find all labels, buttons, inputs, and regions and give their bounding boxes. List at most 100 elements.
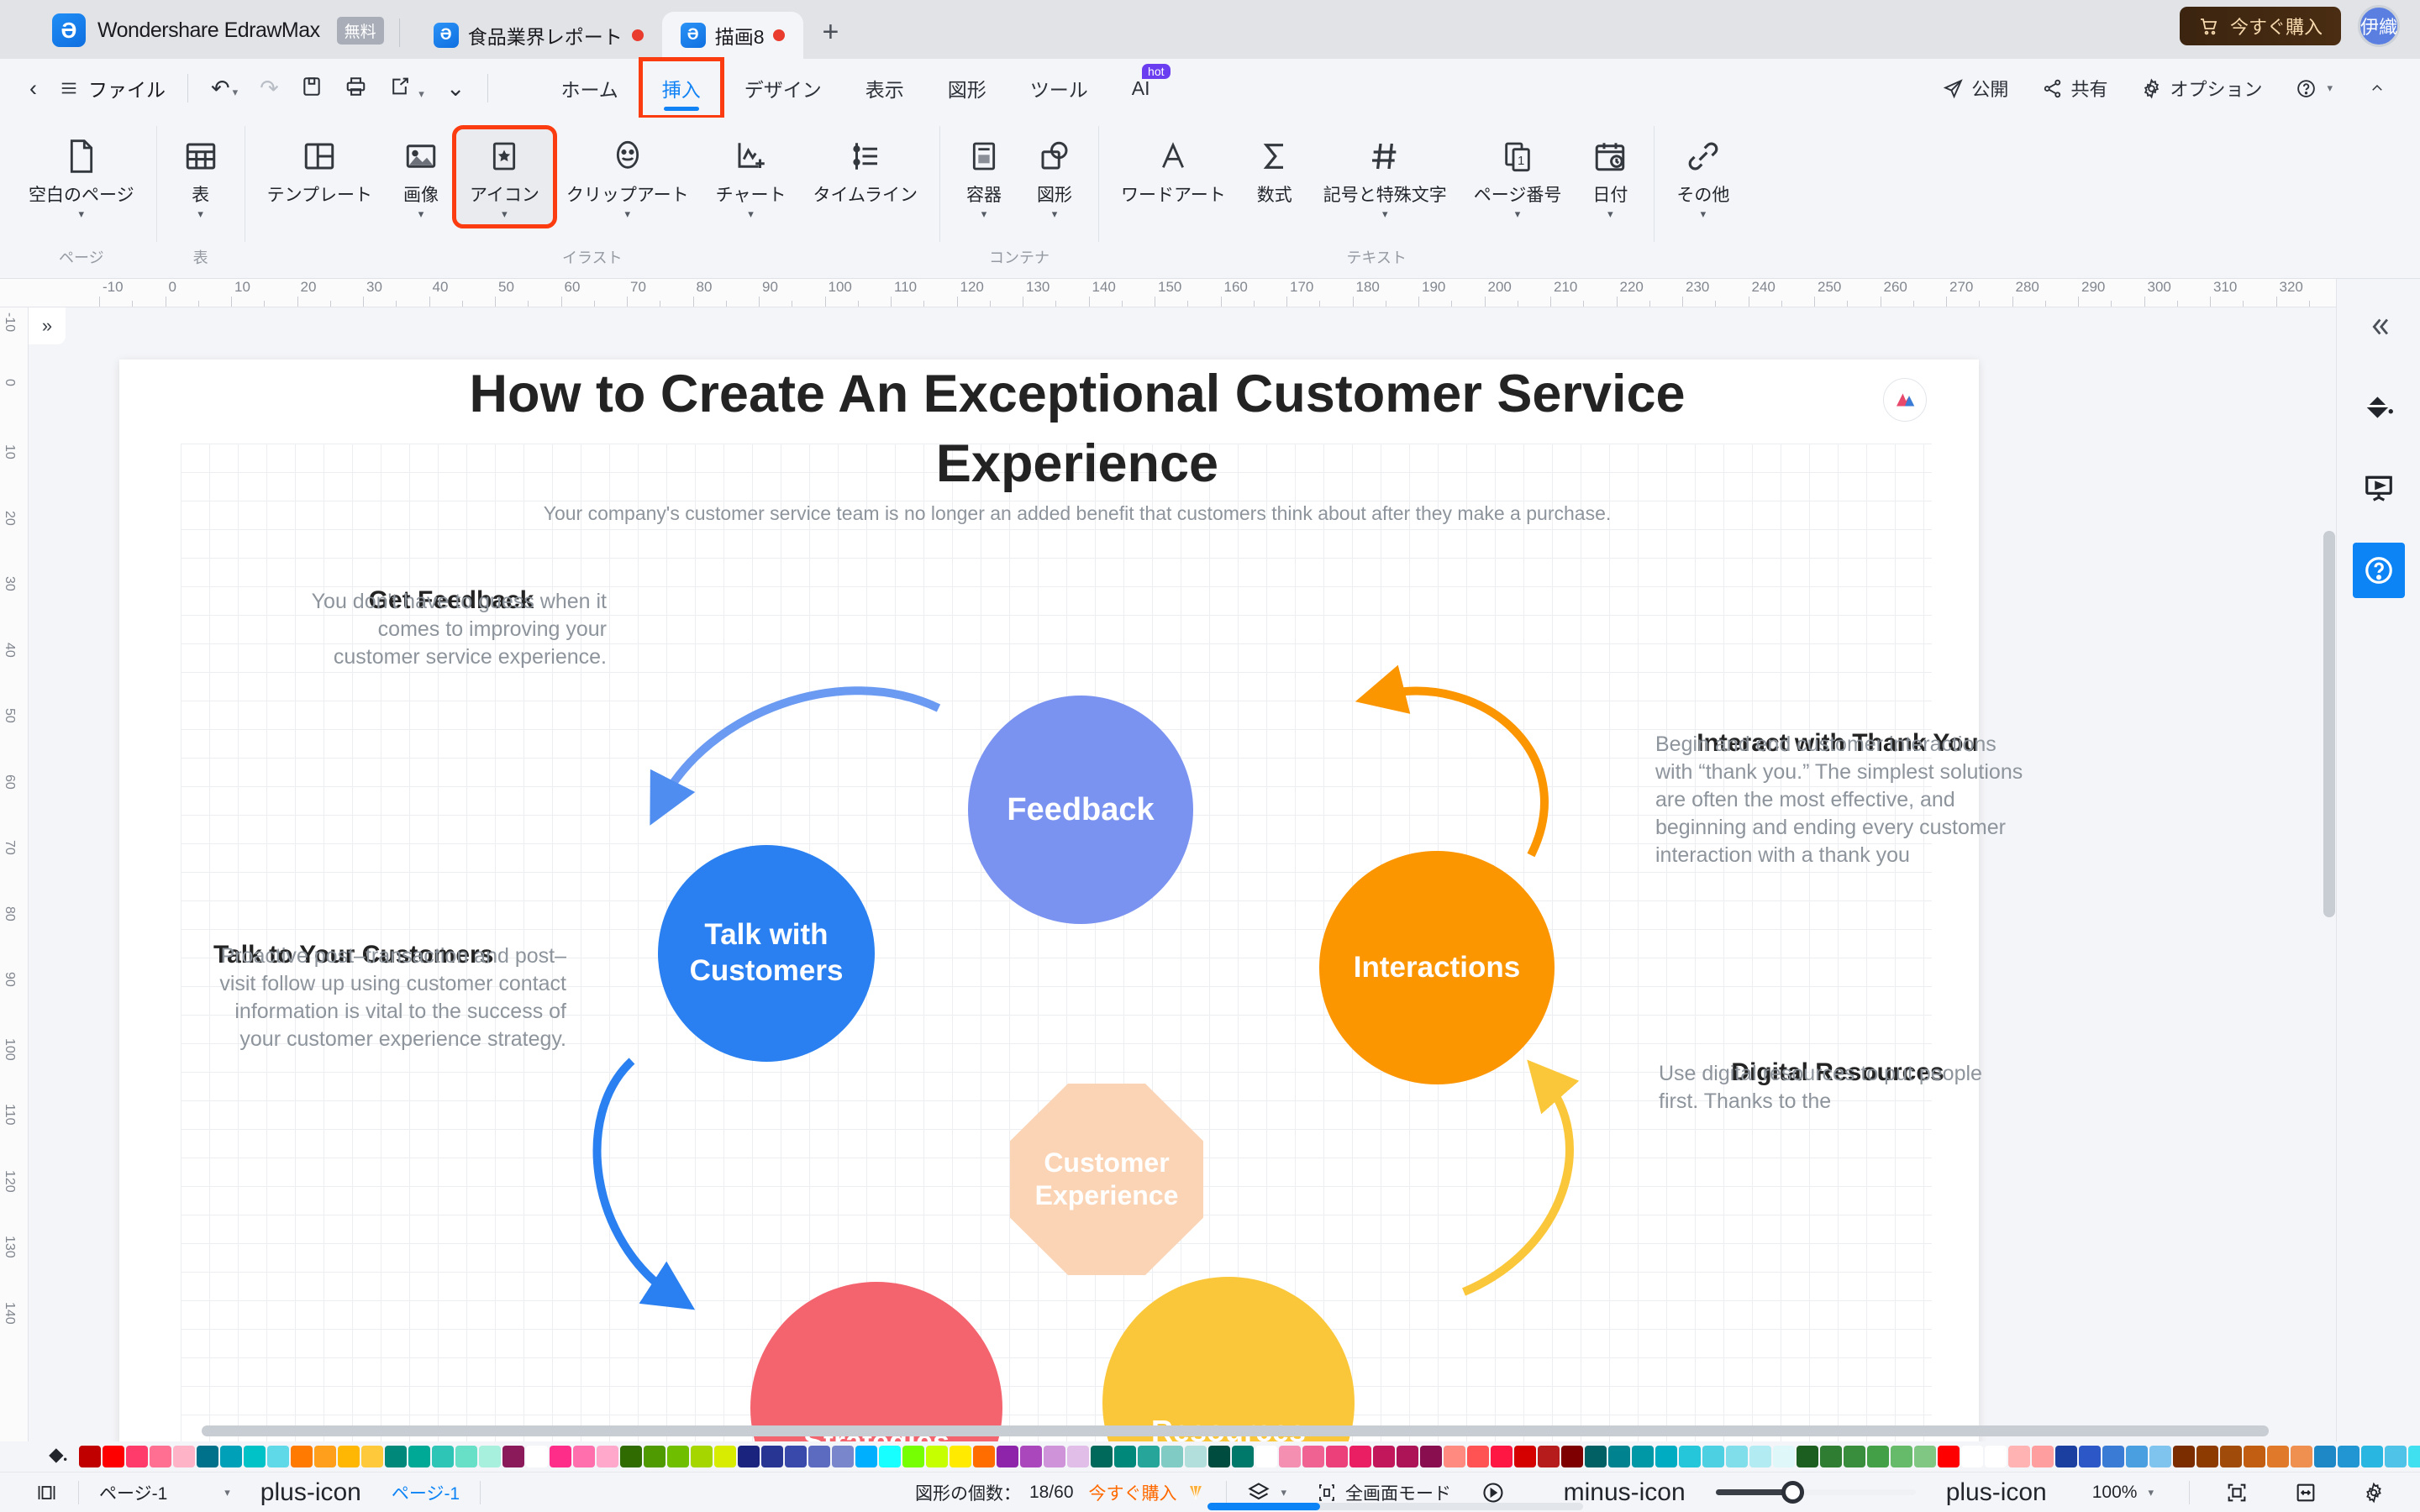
- chevron-down-icon[interactable]: ▾: [748, 208, 754, 219]
- color-swatch[interactable]: [291, 1446, 313, 1467]
- color-swatch[interactable]: [1938, 1446, 1960, 1467]
- chevron-down-icon[interactable]: ▾: [79, 208, 85, 219]
- color-swatch[interactable]: [1538, 1446, 1560, 1467]
- horizontal-scrollbar[interactable]: [202, 1425, 2269, 1436]
- file-menu-button[interactable]: ファイル: [48, 74, 176, 102]
- page-select[interactable]: ページ-1 ▾: [84, 1480, 245, 1505]
- new-tab-button[interactable]: +: [803, 16, 857, 59]
- page-layout-button[interactable]: [20, 1483, 73, 1503]
- color-swatch[interactable]: [1632, 1446, 1654, 1467]
- color-swatch[interactable]: [2102, 1446, 2124, 1467]
- ribbon-tab-view[interactable]: 表示: [844, 59, 926, 118]
- color-swatch[interactable]: [785, 1446, 807, 1467]
- color-swatch[interactable]: [573, 1446, 595, 1467]
- status-buy-now-button[interactable]: 今すぐ購入: [1089, 1480, 1221, 1505]
- share-button[interactable]: 共有: [2028, 75, 2121, 102]
- presentation-play-button[interactable]: [1466, 1481, 1520, 1504]
- color-swatch[interactable]: [2267, 1446, 2289, 1467]
- canvas-corner-button[interactable]: »: [29, 307, 66, 344]
- color-swatch[interactable]: [1985, 1446, 2007, 1467]
- export-icon[interactable]: ▾: [378, 76, 435, 102]
- ribbon-tab-ai[interactable]: AI hot: [1110, 59, 1172, 118]
- ribbon-tab-home[interactable]: ホーム: [539, 59, 639, 118]
- options-button[interactable]: オプション: [2128, 75, 2275, 102]
- color-swatch[interactable]: [1044, 1446, 1065, 1467]
- undo-icon[interactable]: ↶ ▾: [200, 76, 249, 100]
- color-swatch[interactable]: [1208, 1446, 1230, 1467]
- color-swatch[interactable]: [1397, 1446, 1418, 1467]
- chevron-down-icon[interactable]: ▾: [418, 208, 424, 219]
- color-swatch[interactable]: [1373, 1446, 1395, 1467]
- color-swatch[interactable]: [1020, 1446, 1042, 1467]
- color-swatch[interactable]: [1726, 1446, 1748, 1467]
- callout-digital-resources[interactable]: Digital Resources Use digital resources …: [1649, 1057, 2027, 1116]
- color-swatch[interactable]: [2126, 1446, 2148, 1467]
- ribbon-item-formula[interactable]: 数式: [1239, 129, 1310, 212]
- chevron-down-icon[interactable]: ▾: [981, 208, 987, 219]
- color-swatch[interactable]: [808, 1446, 830, 1467]
- ribbon-item-template[interactable]: テンプレート: [254, 129, 386, 212]
- color-swatch[interactable]: [2196, 1446, 2218, 1467]
- settings-button[interactable]: [2348, 1482, 2400, 1504]
- fit-page-button[interactable]: [2210, 1481, 2264, 1504]
- chevron-down-icon[interactable]: ▾: [1382, 208, 1388, 219]
- document-page[interactable]: How to Create An Exceptional Customer Se…: [119, 360, 2023, 1441]
- color-swatch[interactable]: [691, 1446, 713, 1467]
- ribbon-item-page-number[interactable]: 1 ページ番号 ▾: [1460, 129, 1576, 224]
- ribbon-item-timeline[interactable]: タイムライン: [799, 129, 931, 212]
- color-swatch[interactable]: [2408, 1446, 2420, 1467]
- color-swatch[interactable]: [1444, 1446, 1465, 1467]
- color-swatch[interactable]: [2032, 1446, 2054, 1467]
- color-swatch[interactable]: [2173, 1446, 2195, 1467]
- color-swatch[interactable]: [502, 1446, 524, 1467]
- color-swatch[interactable]: [714, 1446, 736, 1467]
- ribbon-item-date[interactable]: 日付 ▾: [1575, 129, 1645, 224]
- more-quick-actions-icon[interactable]: ⌄: [435, 76, 476, 100]
- diagram-subtitle[interactable]: Your company's customer service team is …: [329, 502, 1825, 525]
- color-swatch[interactable]: [1467, 1446, 1489, 1467]
- color-swatch[interactable]: [1773, 1446, 1795, 1467]
- chevron-down-icon[interactable]: ▾: [418, 87, 424, 100]
- fill-color-picker[interactable]: [47, 1446, 69, 1467]
- color-swatch[interactable]: [1185, 1446, 1207, 1467]
- color-swatch[interactable]: [1679, 1446, 1701, 1467]
- color-swatch[interactable]: [2008, 1446, 2030, 1467]
- chevron-down-icon[interactable]: ▾: [1281, 1486, 1287, 1499]
- color-palette[interactable]: [0, 1441, 2420, 1472]
- color-swatch[interactable]: [432, 1446, 454, 1467]
- page-tab-1[interactable]: ページ-1: [376, 1480, 475, 1505]
- paint-bucket-icon[interactable]: [2353, 381, 2405, 433]
- color-swatch[interactable]: [997, 1446, 1018, 1467]
- print-icon[interactable]: [334, 76, 378, 102]
- color-swatch[interactable]: [2055, 1446, 2077, 1467]
- diagram-title[interactable]: How to Create An Exceptional Customer Se…: [329, 360, 1825, 499]
- color-swatch[interactable]: [126, 1446, 148, 1467]
- ribbon-item-other[interactable]: その他 ▾: [1663, 129, 1743, 224]
- color-swatch[interactable]: [597, 1446, 618, 1467]
- node-feedback[interactable]: Feedback: [968, 696, 1193, 924]
- ribbon-tab-shape[interactable]: 図形: [926, 59, 1008, 118]
- chevron-down-icon[interactable]: ▾: [1052, 208, 1058, 219]
- ribbon-item-image[interactable]: 画像 ▾: [386, 129, 456, 224]
- zoom-out-button[interactable]: minus-icon: [1549, 1479, 1701, 1505]
- color-swatch[interactable]: [2314, 1446, 2336, 1467]
- ribbon-item-shape[interactable]: 図形 ▾: [1019, 129, 1090, 224]
- color-swatch[interactable]: [1279, 1446, 1301, 1467]
- color-swatch[interactable]: [455, 1446, 477, 1467]
- color-swatch[interactable]: [738, 1446, 760, 1467]
- chevron-down-icon[interactable]: ▾: [2327, 81, 2333, 95]
- vertical-ruler[interactable]: -10 0 10 20 30 40 50 60 70 80 90 100 110 120 130 140: [0, 307, 29, 1441]
- color-swatch[interactable]: [1961, 1446, 1983, 1467]
- color-swatch[interactable]: [1161, 1446, 1183, 1467]
- color-swatch[interactable]: [1797, 1446, 1818, 1467]
- avatar[interactable]: 伊織: [2358, 5, 2400, 47]
- zoom-in-button[interactable]: plus-icon: [1931, 1479, 2062, 1505]
- color-swatch[interactable]: [550, 1446, 571, 1467]
- chevron-down-icon[interactable]: ▾: [625, 208, 631, 219]
- color-swatch[interactable]: [1491, 1446, 1512, 1467]
- zoom-slider-handle[interactable]: [1781, 1481, 1805, 1504]
- color-swatch[interactable]: [620, 1446, 642, 1467]
- document-tab-1[interactable]: Ə 食品業界レポート: [415, 12, 662, 59]
- color-swatch[interactable]: [1420, 1446, 1442, 1467]
- color-swatch[interactable]: [2220, 1446, 2242, 1467]
